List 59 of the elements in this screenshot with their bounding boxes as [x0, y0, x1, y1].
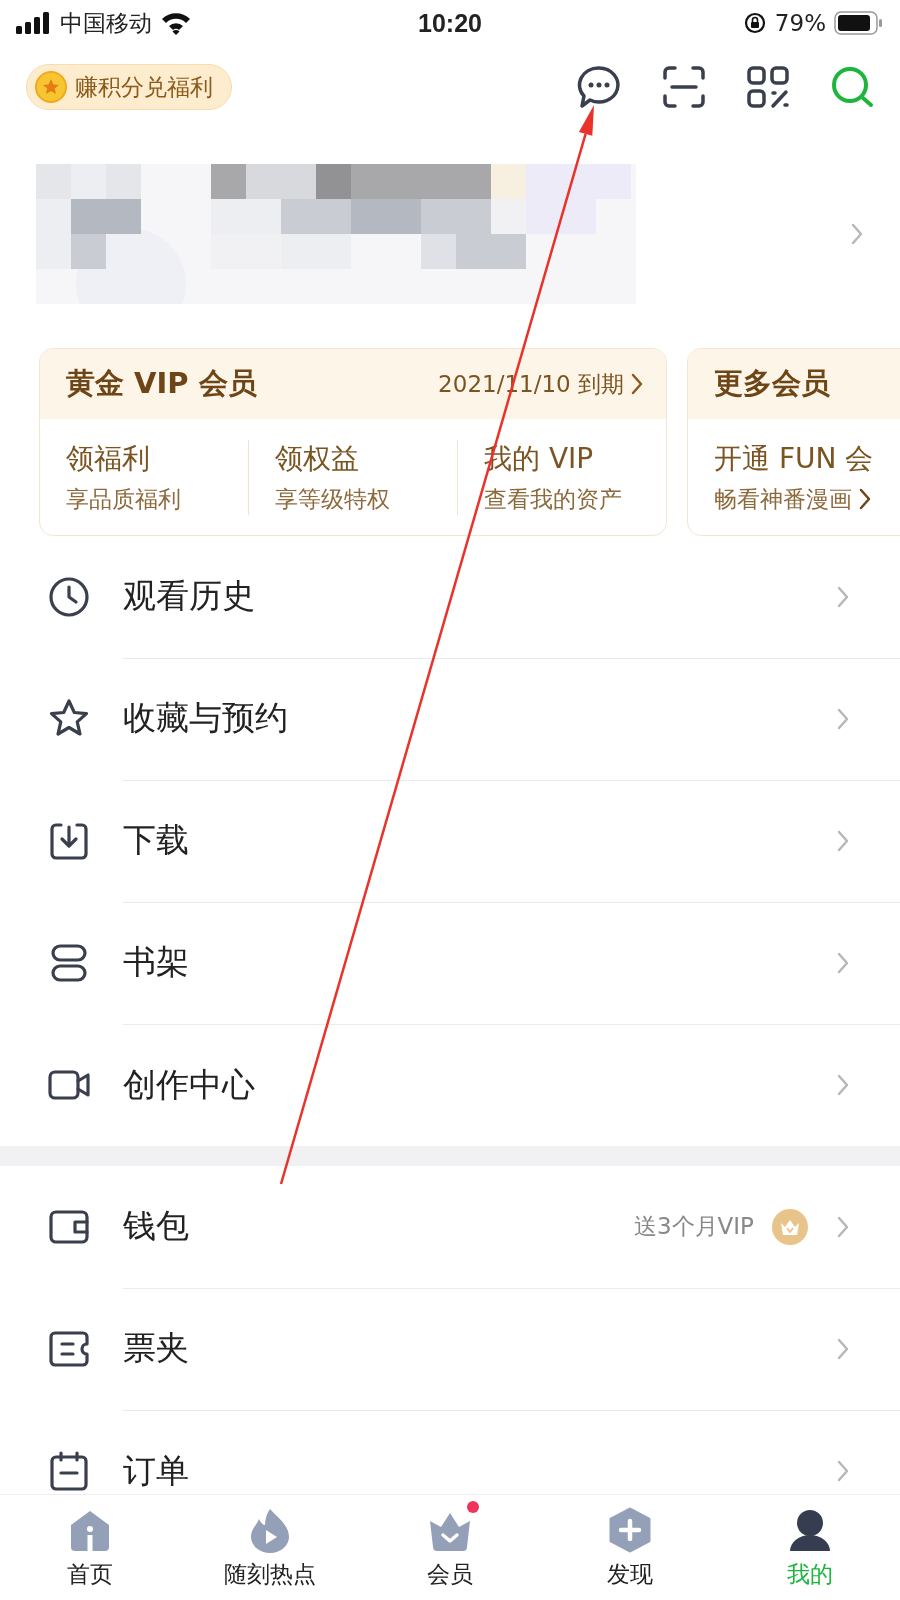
nav-tab[interactable]: 首页	[0, 1495, 180, 1600]
rotation-lock-icon	[742, 11, 767, 35]
calendar-icon	[47, 1449, 91, 1493]
menu-item[interactable]: 书架	[0, 902, 900, 1024]
benefit-subtitle: 查看我的资产	[484, 484, 622, 514]
battery-percent: 79%	[774, 10, 826, 36]
chevron-icon	[836, 950, 850, 975]
coin-icon	[35, 71, 67, 103]
scan-icon[interactable]	[662, 65, 706, 109]
menu-label: 票夹	[123, 1327, 190, 1369]
benefit-subtitle: 享等级特权	[275, 484, 390, 514]
wifi-icon	[160, 11, 192, 35]
qr-code-icon[interactable]	[746, 65, 790, 109]
menu-label: 收藏与预约	[123, 697, 289, 739]
message-icon[interactable]	[576, 64, 622, 110]
chevron-icon	[836, 828, 850, 853]
chevron-icon	[836, 706, 850, 731]
membership-card[interactable]: 更多会员 开通 FUN 会 畅看神番漫画	[687, 348, 900, 536]
menu-label: 创作中心	[123, 1063, 256, 1106]
benefit-title: 开通 FUN 会	[714, 440, 875, 477]
menu-item[interactable]: 下载	[0, 780, 900, 902]
menu-label: 书架	[123, 941, 190, 983]
menu-item[interactable]: 钱包 送3个月VIP	[0, 1166, 900, 1288]
chevron-icon	[836, 1073, 850, 1097]
benefit-title: 领福利	[66, 440, 151, 477]
benefit-subtitle: 享品质福利	[66, 484, 181, 514]
crown-icon	[772, 1208, 808, 1245]
signal-icon	[16, 12, 52, 34]
nav-tab[interactable]: 发现	[540, 1495, 720, 1600]
menu-label: 订单	[123, 1449, 190, 1492]
menu-item[interactable]: 观看历史	[0, 536, 900, 658]
chevron-icon	[836, 1459, 850, 1483]
battery-icon	[834, 11, 884, 35]
nav-tab[interactable]: 会员	[360, 1495, 540, 1600]
menu-item[interactable]: 票夹	[0, 1288, 900, 1410]
menu-item[interactable]: 订单	[0, 1410, 900, 1494]
menu-item[interactable]: 收藏与预约	[0, 658, 900, 780]
nav-tab[interactable]: 随刻热点	[180, 1495, 360, 1600]
chevron-icon	[836, 584, 850, 609]
chevron-icon	[836, 1336, 850, 1361]
clock-icon	[47, 575, 91, 619]
menu-label: 观看历史	[123, 575, 256, 617]
card-title: 更多会员	[714, 365, 830, 402]
points-button[interactable]: 赚积分兑福利	[26, 64, 232, 110]
chevron-icon	[630, 372, 644, 396]
carrier-name: 中国移动	[60, 8, 152, 38]
menu-label: 钱包	[123, 1205, 190, 1247]
benefit-subtitle: 畅看神番漫画	[714, 484, 852, 514]
benefit-title: 领权益	[275, 440, 360, 477]
plus-icon	[607, 1506, 653, 1553]
promo-text: 送3个月VIP	[633, 1212, 754, 1241]
chevron-icon	[850, 222, 864, 246]
chevron-icon	[858, 487, 872, 511]
menu-item[interactable]: 创作中心	[0, 1024, 900, 1146]
search-icon[interactable]	[830, 65, 874, 109]
card-title: 黄金 VIP 会员	[66, 365, 257, 402]
menu-label: 下载	[123, 819, 190, 861]
chevron-icon	[836, 1214, 850, 1239]
clock-time: 10:20	[418, 8, 482, 38]
